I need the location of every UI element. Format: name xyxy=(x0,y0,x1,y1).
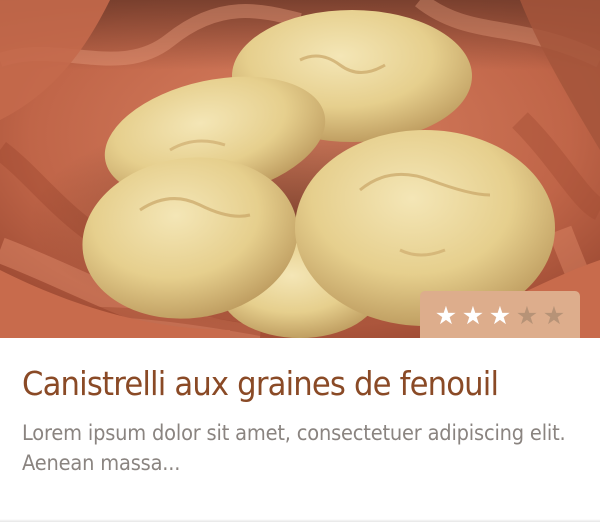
recipe-card[interactable]: ★ ★ ★ ★ ★ Canistrelli aux graines de fen… xyxy=(0,0,600,522)
biscuits-in-basket-photo xyxy=(0,0,600,338)
recipe-title[interactable]: Canistrelli aux graines de fenouil xyxy=(22,362,552,406)
star-icon: ★ xyxy=(488,300,512,330)
star-icon: ★ xyxy=(515,300,539,330)
star-icon: ★ xyxy=(542,300,566,330)
rating-badge: ★ ★ ★ ★ ★ xyxy=(420,291,580,338)
recipe-photo: ★ ★ ★ ★ ★ xyxy=(0,0,600,338)
star-icon: ★ xyxy=(434,300,458,330)
star-icon: ★ xyxy=(461,300,485,330)
recipe-description: Lorem ipsum dolor sit amet, consectetuer… xyxy=(22,421,566,475)
